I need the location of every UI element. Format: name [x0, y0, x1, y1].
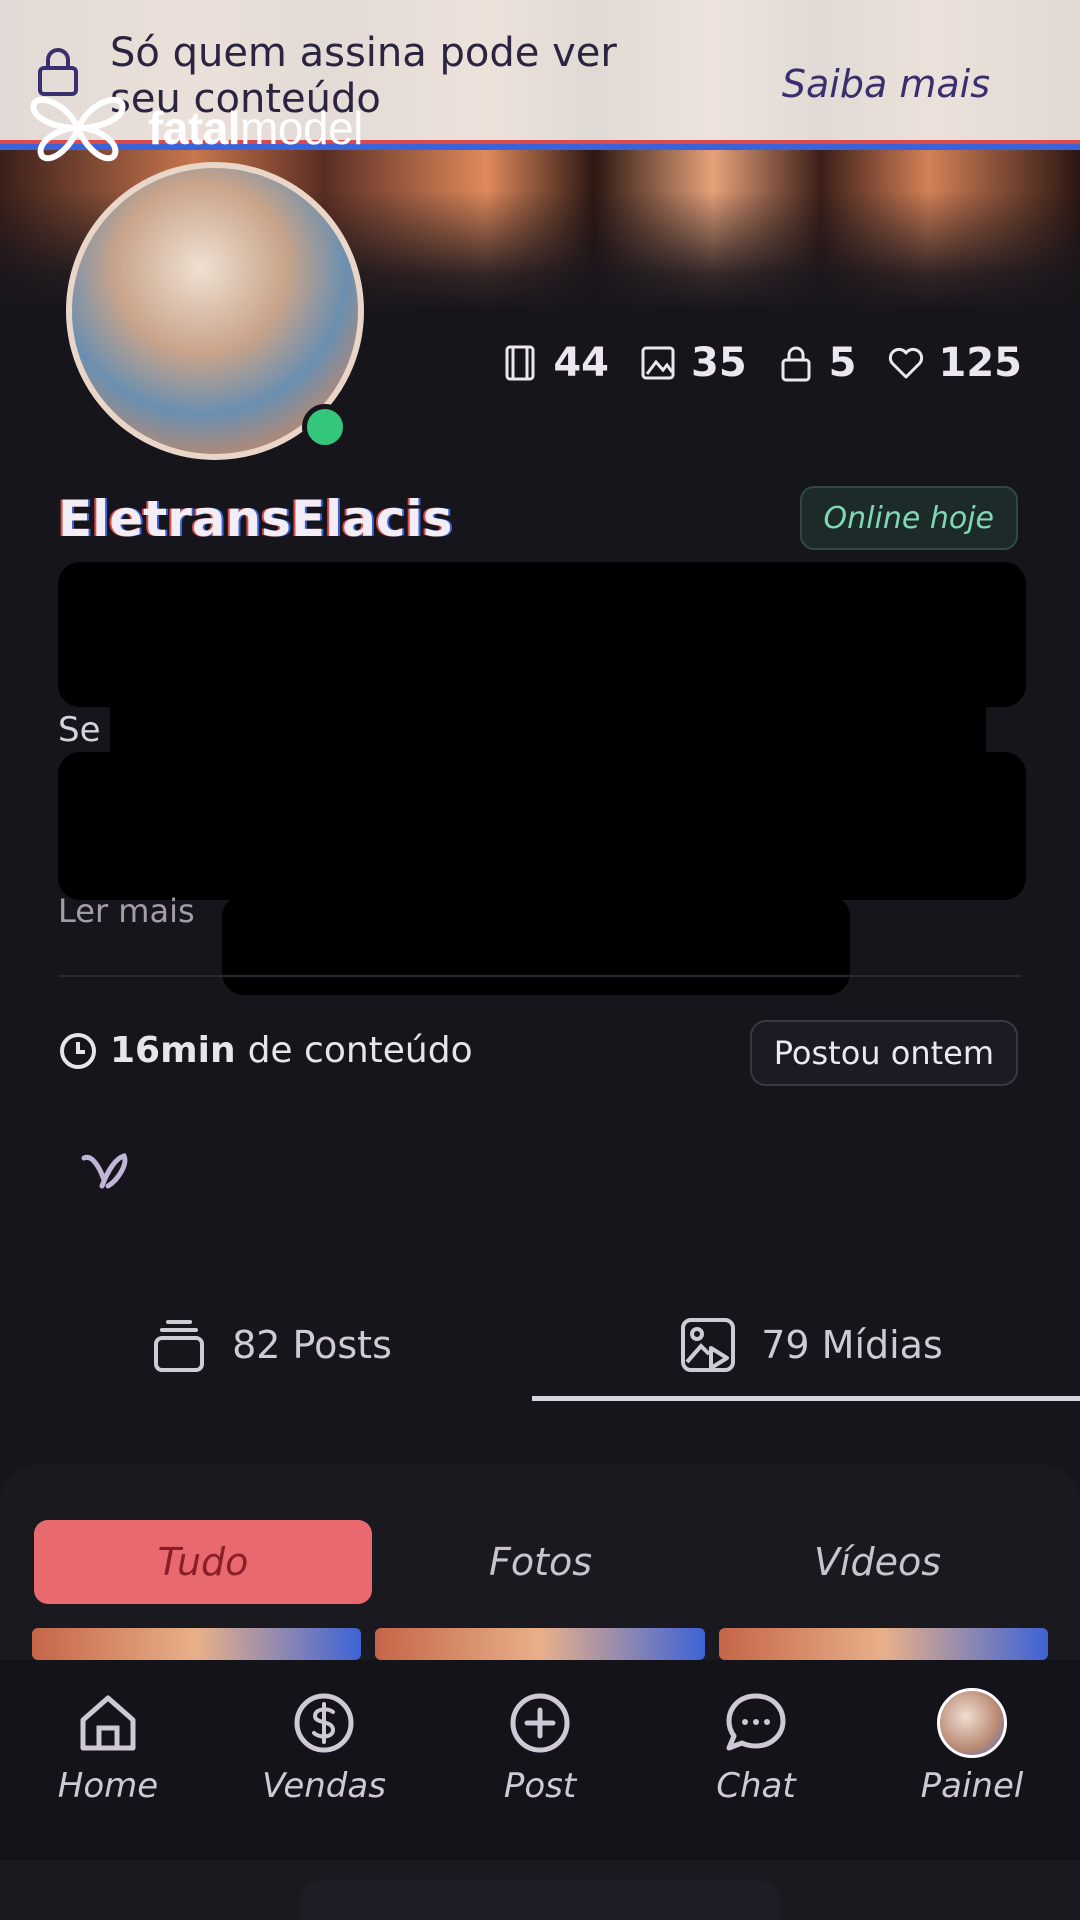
stat-locked-value: 5	[828, 340, 857, 386]
learn-more-link[interactable]: Saiba mais	[782, 62, 990, 106]
nav-chat-label: Chat	[716, 1766, 796, 1806]
stat-photos: 35	[639, 340, 747, 386]
stat-videos-value: 44	[553, 340, 609, 386]
media-icon	[681, 1318, 736, 1372]
profile-stats: 44 35 5 125	[501, 340, 1022, 386]
content-duration-value: 16min	[110, 1030, 236, 1071]
avatar	[937, 1688, 1007, 1758]
heart-icon	[888, 347, 923, 379]
locked-post-icon	[781, 346, 811, 382]
bio-text: Se	[58, 710, 101, 750]
read-more-link[interactable]: Ler mais	[58, 892, 195, 930]
stat-photos-value: 35	[690, 340, 747, 386]
redaction-block	[222, 895, 850, 995]
stat-locked: 5	[777, 340, 857, 386]
redaction-block	[110, 700, 986, 760]
media-filters: Tudo Fotos Vídeos	[34, 1520, 1046, 1604]
tab-media-label: 79 Mídias	[761, 1323, 943, 1367]
media-thumbnail[interactable]	[32, 1628, 362, 1660]
brand-mark-icon	[81, 1153, 128, 1189]
filter-photos[interactable]: Fotos	[372, 1520, 709, 1604]
content-duration: 16min de conteúdo	[58, 1030, 473, 1071]
profile-username: EletransElacis	[58, 490, 453, 548]
media-thumbnail[interactable]	[375, 1628, 705, 1660]
nav-post-label: Post	[503, 1766, 577, 1806]
lock-icon	[38, 48, 78, 96]
video-icon	[505, 345, 535, 381]
profile-screen: Só quem assina pode ver seu conteúdo Sai…	[0, 0, 1080, 1920]
chat-icon	[726, 1693, 786, 1751]
brand-name: fatalmodel	[148, 101, 363, 155]
status-badge: Online hoje	[799, 486, 1018, 550]
brand-name-bold: fatal	[148, 102, 241, 154]
brand-logo[interactable]: fatalmodel	[28, 92, 363, 164]
stat-likes-value: 125	[938, 340, 1023, 386]
tab-posts[interactable]: 82 Posts	[0, 1285, 540, 1405]
active-tab-indicator	[532, 1396, 1080, 1401]
home-icon	[80, 1695, 136, 1751]
nav-chat[interactable]: Chat	[666, 1688, 846, 1806]
dollar-icon	[294, 1693, 354, 1753]
stat-likes: 125	[887, 340, 1023, 386]
section-divider	[58, 975, 1022, 977]
nav-post[interactable]: Post	[450, 1688, 630, 1806]
home-indicator[interactable]	[300, 1880, 780, 1920]
online-indicator	[302, 404, 348, 450]
filter-videos[interactable]: Vídeos	[709, 1520, 1046, 1604]
nav-home-label: Home	[57, 1766, 159, 1806]
profile-tabs: 82 Posts 79 Mídias	[0, 1285, 1080, 1405]
nav-panel-label: Painel	[920, 1766, 1024, 1806]
last-posted-badge: Postou ontem	[749, 1020, 1018, 1086]
nav-sales-label: Vendas	[262, 1766, 386, 1806]
bottom-navigation: Home Vendas Post Chat Painel	[0, 1660, 1080, 1860]
stack-icon	[154, 1320, 205, 1372]
tab-media[interactable]: 79 Mídias	[540, 1285, 1080, 1405]
clock-icon	[60, 1032, 96, 1069]
stat-videos: 44	[501, 340, 609, 386]
filter-all[interactable]: Tudo	[34, 1520, 372, 1604]
redaction-block	[58, 752, 1026, 900]
redaction-block	[58, 562, 1026, 707]
butterfly-logo-icon	[30, 97, 126, 162]
nav-home[interactable]: Home	[18, 1688, 198, 1806]
brand-name-light: model	[240, 102, 363, 154]
nav-panel[interactable]: Painel	[882, 1688, 1062, 1806]
photo-icon	[641, 346, 675, 380]
tab-posts-label: 82 Posts	[232, 1323, 392, 1367]
nav-sales[interactable]: Vendas	[234, 1688, 414, 1806]
content-duration-suffix: de conteúdo	[247, 1030, 473, 1071]
add-icon	[510, 1693, 570, 1753]
media-grid	[32, 1628, 1048, 1660]
media-thumbnail[interactable]	[718, 1628, 1048, 1660]
